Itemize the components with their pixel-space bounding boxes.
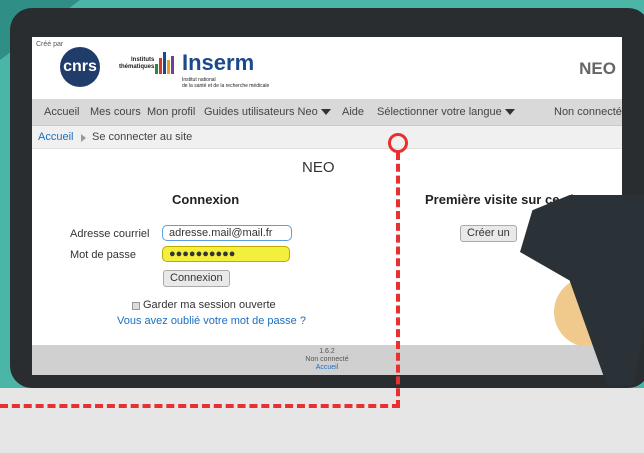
dashed-guide-horizontal (0, 404, 400, 408)
nav-item-guides-label: Guides utilisateurs Neo (204, 106, 318, 118)
password-field[interactable]: ●●●●●●●●●● (162, 246, 290, 262)
nav-item-mes-cours[interactable]: Mes cours (90, 106, 141, 118)
browser-screen: Créé par cnrs Instituts thématiques Inse… (32, 37, 622, 375)
created-by-label: Créé par (36, 41, 64, 48)
breadcrumb-current: Se connecter au site (92, 131, 193, 143)
inserm-sub-line-2: de la santé et de la recherche médicale (182, 83, 270, 89)
footer-version: 1.6.2 (319, 348, 335, 355)
email-label: Adresse courriel (70, 228, 150, 240)
nav-item-language-label: Sélectionner votre langue (377, 106, 502, 118)
site-footer: 1.6.2 Non connecté Accueil (32, 345, 622, 375)
password-label: Mot de passe (70, 249, 137, 261)
remember-session-label: Garder ma session ouverte (143, 299, 276, 311)
instituts-line-1: Instituts (131, 57, 155, 63)
site-header: Créé par cnrs Instituts thématiques Inse… (32, 37, 622, 99)
inserm-subtitle: Institut national de la santé et de la r… (182, 77, 269, 89)
inserm-bars-icon (155, 52, 177, 74)
instituts-label: Instituts thématiques (119, 57, 154, 71)
instituts-line-2: thématiques (119, 64, 155, 70)
login-button[interactable]: Connexion (163, 270, 230, 287)
nav-item-aide[interactable]: Aide (342, 106, 364, 118)
nav-item-language[interactable]: Sélectionner votre langue (377, 106, 515, 118)
dashed-guide-vertical (396, 152, 400, 408)
remember-session-checkbox[interactable] (132, 302, 140, 310)
desk-surface (0, 388, 644, 453)
main-navbar: Accueil Mes cours Mon profil Guides util… (32, 99, 622, 126)
login-heading: Connexion (172, 192, 240, 207)
footer-home-link[interactable]: Accueil (32, 364, 622, 372)
footer-status: Non connecté (305, 356, 349, 363)
click-target-marker-icon (388, 133, 408, 153)
page-title: NEO (302, 159, 335, 176)
nav-item-accueil[interactable]: Accueil (44, 106, 79, 118)
inserm-logo[interactable]: Inserm (182, 50, 254, 76)
forgot-password-link[interactable]: Vous avez oublié votre mot de passe ? (117, 315, 306, 327)
chevron-down-icon (504, 109, 515, 116)
chevron-down-icon (320, 109, 331, 116)
login-status: Non connecté (554, 106, 622, 118)
breadcrumb: Accueil Se connecter au site (32, 126, 622, 149)
cnrs-logo[interactable]: cnrs (60, 47, 100, 87)
email-field[interactable]: adresse.mail@mail.fr (162, 225, 292, 241)
nav-item-guides[interactable]: Guides utilisateurs Neo (204, 106, 331, 118)
neo-brand: NEO (579, 59, 616, 78)
nav-item-mon-profil[interactable]: Mon profil (147, 106, 195, 118)
breadcrumb-home-link[interactable]: Accueil (38, 131, 73, 143)
create-account-button[interactable]: Créer un (460, 225, 517, 242)
breadcrumb-separator-icon (81, 134, 86, 142)
